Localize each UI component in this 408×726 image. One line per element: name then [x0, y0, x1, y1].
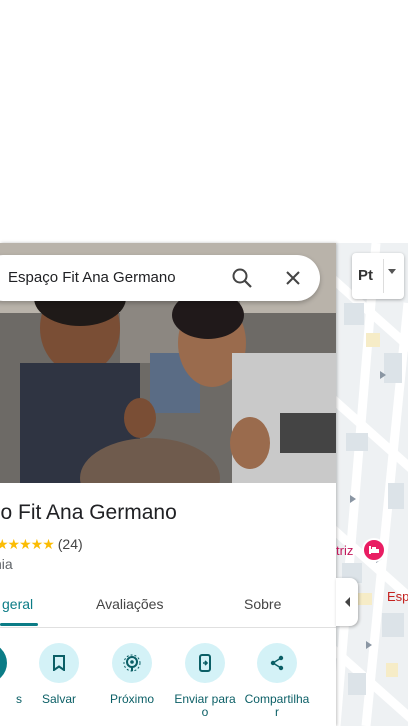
layer-label: Pt: [358, 267, 373, 284]
search-icon[interactable]: [231, 267, 253, 289]
place-panel: ço Fit Ana Germano ★★★★★(24) nia geral A…: [0, 243, 336, 726]
layer-divider: [383, 259, 384, 293]
collapse-panel-button[interactable]: [336, 578, 358, 626]
save-label: Salvar: [41, 692, 76, 706]
nearby-label: Próximo: [109, 692, 154, 706]
place-title: ço Fit Ana Germano: [0, 501, 177, 524]
directions-label: s: [16, 692, 22, 706]
bookmark-icon: [39, 643, 79, 683]
search-input[interactable]: Espaço Fit Ana Germano: [8, 269, 176, 286]
map-view[interactable]: [336, 243, 408, 726]
send-to-phone-icon: [185, 643, 225, 683]
share-label: Compartilha r: [244, 692, 310, 719]
map-place-label-2[interactable]: Esp: [387, 589, 408, 604]
directions-icon: [0, 643, 7, 683]
place-category[interactable]: nia: [0, 556, 13, 572]
send-to-phone-button[interactable]: Enviar para o: [170, 643, 240, 719]
tab-overview[interactable]: geral: [2, 596, 33, 612]
chevron-down-icon[interactable]: [388, 269, 396, 274]
share-button[interactable]: Compartilha r: [242, 643, 312, 719]
map-place-label[interactable]: triz: [336, 543, 353, 558]
close-icon[interactable]: [282, 267, 304, 289]
rating-row[interactable]: ★★★★★ (24): [0, 536, 83, 553]
review-count[interactable]: (24): [58, 536, 83, 552]
nearby-icon: [112, 643, 152, 683]
directions-button[interactable]: s: [0, 643, 22, 706]
share-icon: [257, 643, 297, 683]
nearby-button[interactable]: Próximo: [97, 643, 167, 706]
map-layers-control[interactable]: Pt: [352, 253, 404, 299]
active-tab-indicator: [0, 623, 38, 626]
star-rating-icon: ★★★★★: [0, 536, 55, 552]
tab-reviews[interactable]: Avaliações: [96, 596, 163, 612]
save-button[interactable]: Salvar: [24, 643, 94, 706]
tab-bar: geral Avaliações Sobre: [0, 583, 336, 628]
search-box[interactable]: Espaço Fit Ana Germano: [0, 255, 320, 301]
send-to-phone-label: Enviar para o: [174, 692, 236, 719]
hotel-pin-icon[interactable]: [362, 538, 386, 562]
chevron-left-icon: [344, 597, 350, 607]
tab-about[interactable]: Sobre: [244, 596, 281, 612]
